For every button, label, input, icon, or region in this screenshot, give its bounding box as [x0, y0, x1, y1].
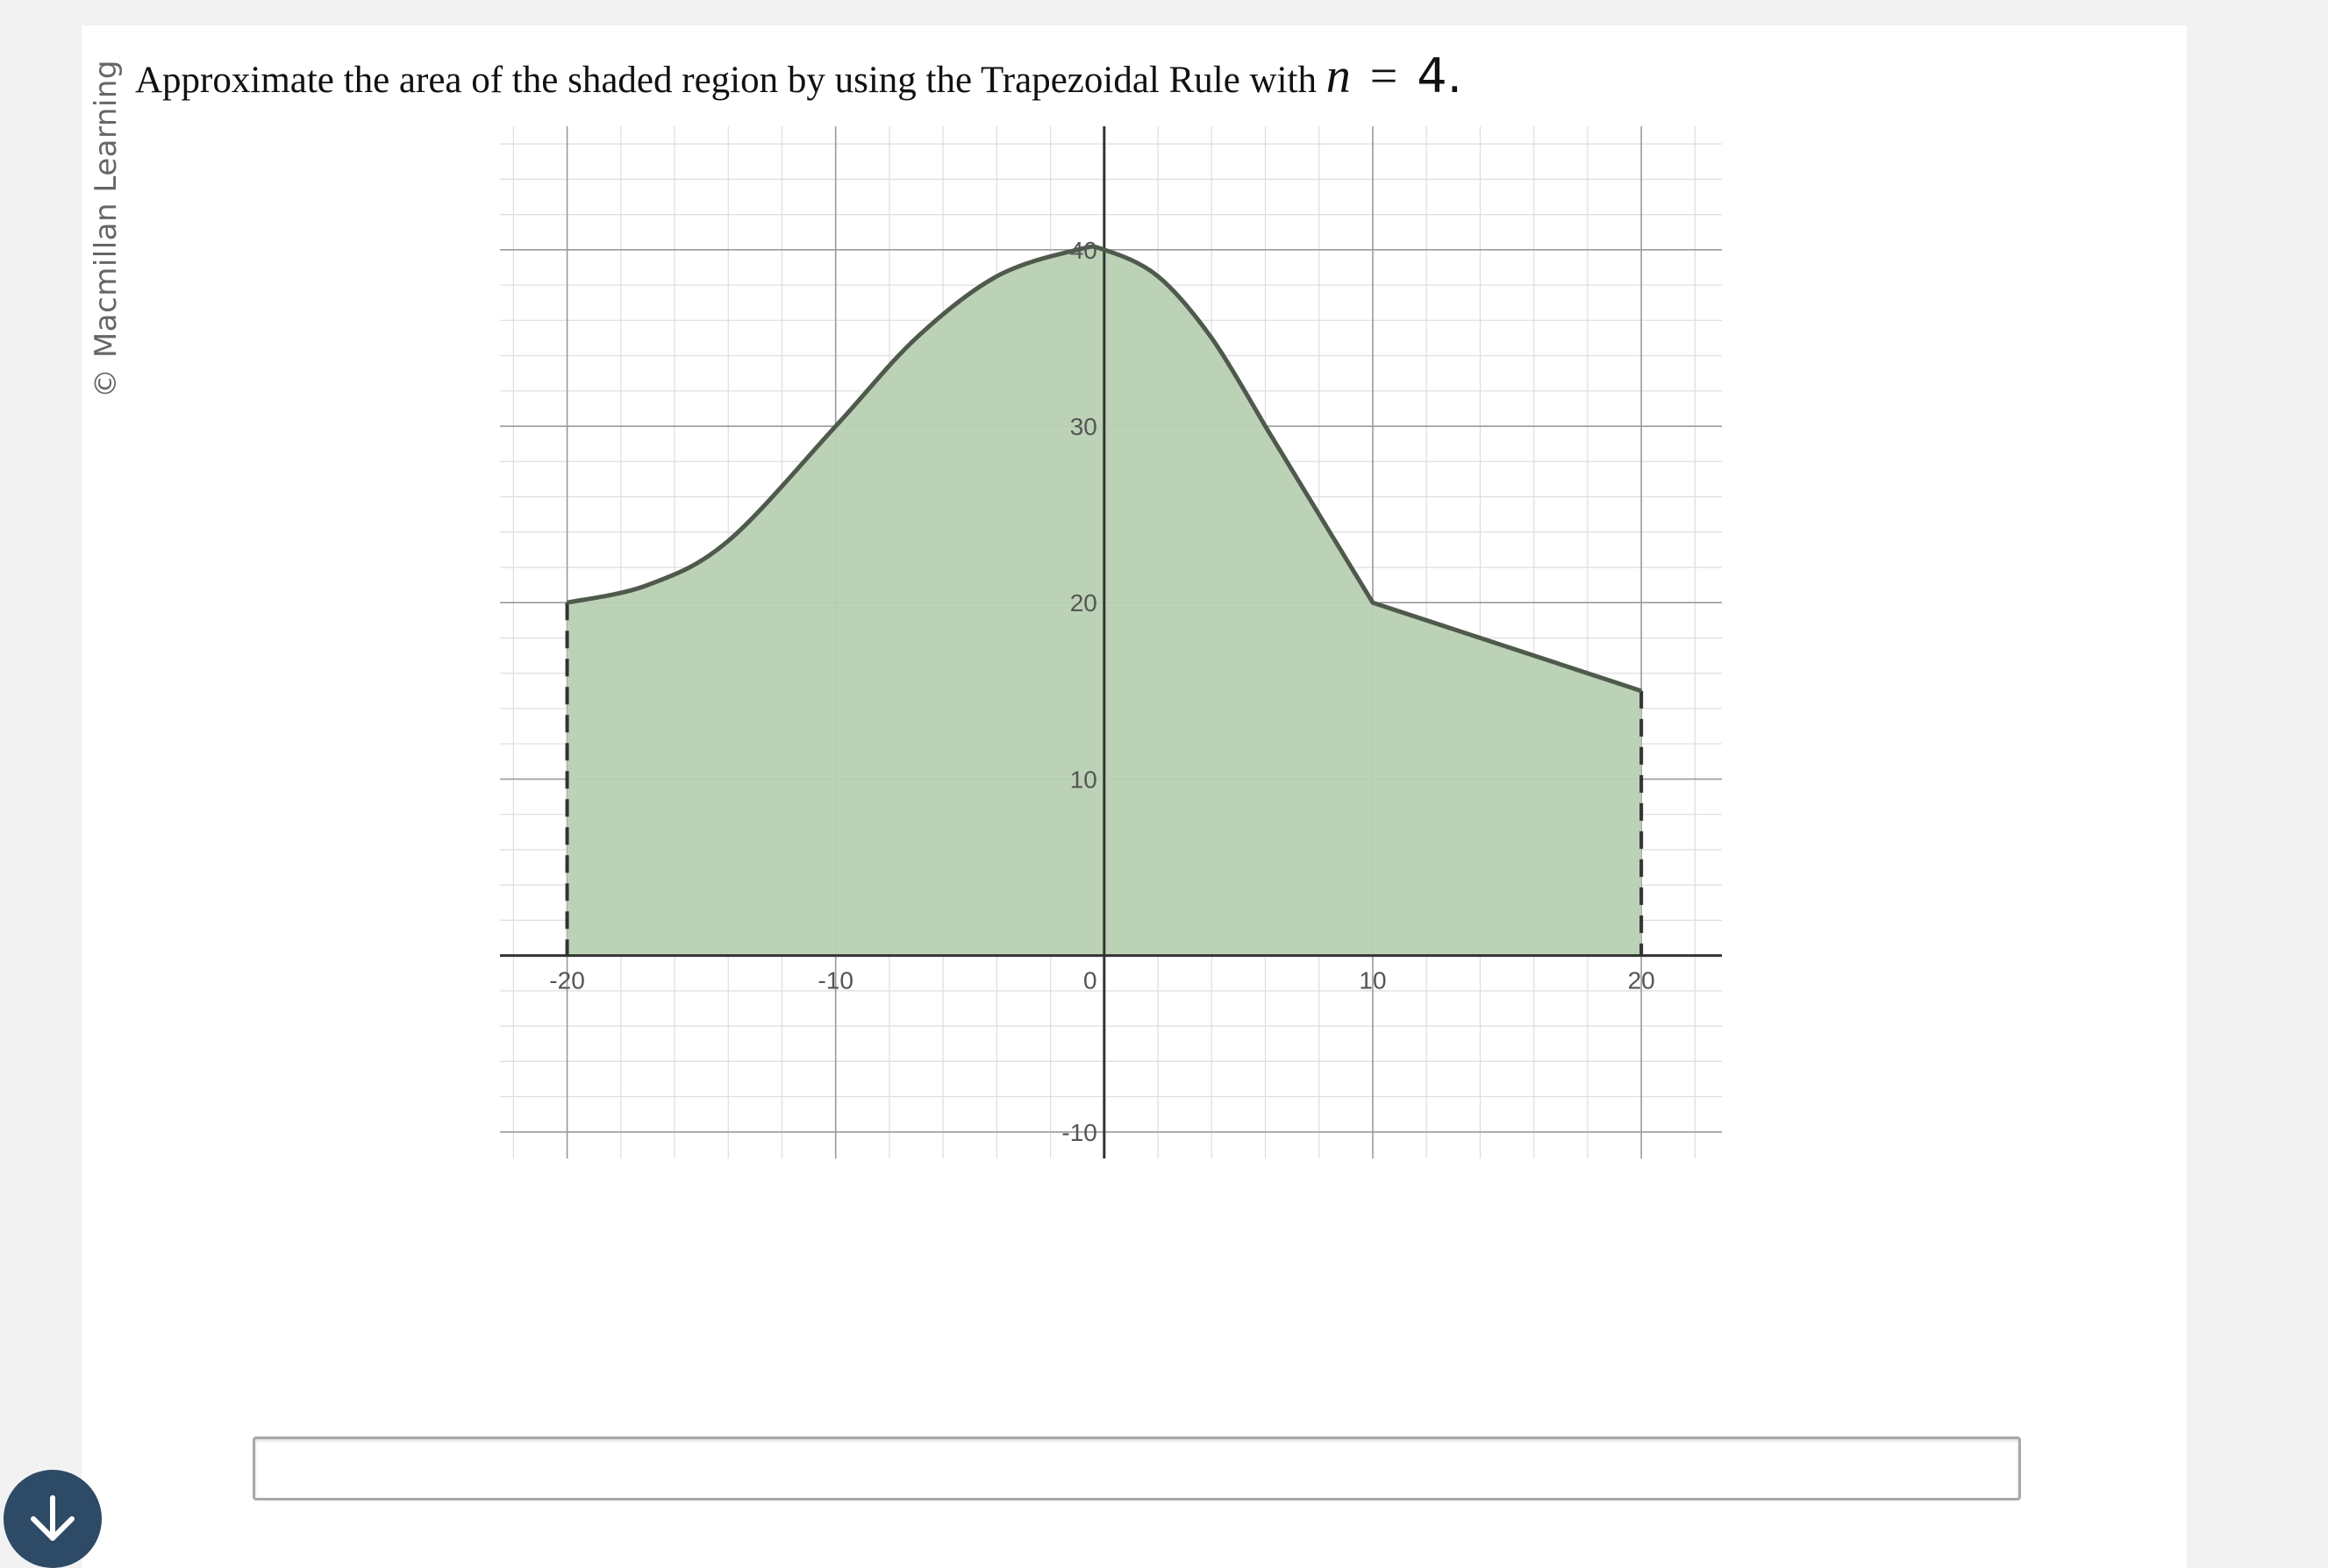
x-tick-label: -20 [549, 967, 584, 994]
y-tick-label: 40 [1070, 237, 1097, 264]
x-tick-label: -10 [818, 967, 853, 994]
arrow-down-icon [31, 1495, 75, 1541]
question-sentence: Approximate the area of the shaded regio… [135, 60, 1318, 101]
question-text: Approximate the area of the shaded regio… [135, 46, 1462, 111]
page: © Macmillan Learning Approximate the are… [0, 0, 2328, 1568]
x-tick-label: 20 [1628, 967, 1655, 994]
y-tick-label: -10 [1061, 1119, 1096, 1146]
copyright-watermark: © Macmillan Learning [84, 60, 128, 398]
y-tick-label: 30 [1070, 413, 1097, 440]
y-tick-label: 20 [1070, 589, 1097, 617]
question-equals: = [1369, 49, 1398, 103]
x-tick-label: 10 [1359, 967, 1386, 994]
question-value: 4. [1417, 48, 1462, 103]
scroll-down-button[interactable] [4, 1470, 102, 1568]
answer-input[interactable] [253, 1436, 2021, 1500]
y-tick-label: 10 [1070, 766, 1097, 793]
area-graph: -20 -10 10 20 0 -10 10 20 30 40 [500, 126, 1722, 1158]
origin-label: 0 [1083, 967, 1097, 994]
question-variable: n [1325, 49, 1351, 103]
copyright-text: © Macmillan Learning [89, 60, 124, 398]
